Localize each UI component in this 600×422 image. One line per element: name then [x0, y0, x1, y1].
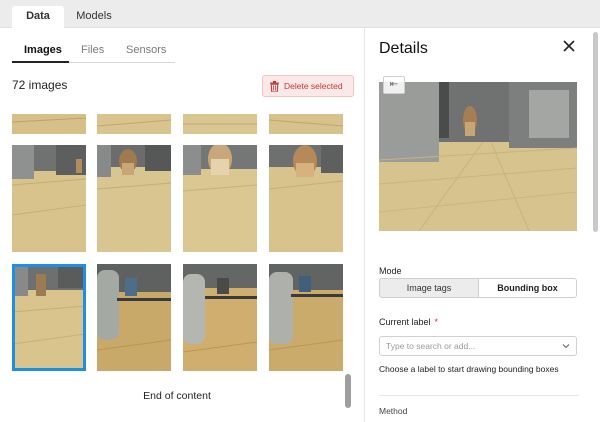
- details-title: Details: [379, 40, 428, 57]
- image-thumbnail[interactable]: [183, 145, 257, 252]
- image-preview[interactable]: [379, 82, 577, 231]
- label-search-input[interactable]: Type to search or add...: [379, 336, 577, 356]
- subtab-images[interactable]: Images: [24, 44, 62, 56]
- image-thumbnail[interactable]: [183, 114, 257, 134]
- grid-scrollbar[interactable]: [345, 374, 351, 408]
- tab-models[interactable]: Models: [64, 6, 124, 28]
- chevron-down-icon[interactable]: [562, 342, 570, 350]
- image-thumbnail[interactable]: [269, 114, 343, 134]
- method-label: Method: [379, 406, 408, 416]
- label-hint: Choose a label to start drawing bounding…: [379, 364, 559, 374]
- image-thumbnail[interactable]: [97, 145, 171, 252]
- image-thumbnail[interactable]: [12, 114, 86, 134]
- image-thumbnail[interactable]: [97, 264, 171, 371]
- images-panel: Images Files Sensors 72 images Delete se…: [0, 28, 364, 422]
- top-tab-bar: Data Models: [0, 0, 600, 28]
- current-label-text: Current label: [379, 317, 431, 327]
- details-panel: Details ⇤ Mode Image tags Bounding box C…: [364, 28, 600, 422]
- section-divider: [379, 395, 579, 396]
- image-thumbnail-selected[interactable]: [12, 264, 86, 371]
- current-label-heading: Current label *: [379, 317, 438, 327]
- image-grid: [12, 114, 344, 376]
- trash-icon: [270, 81, 279, 92]
- label-search-placeholder: Type to search or add...: [386, 341, 476, 351]
- mode-bounding-box-button[interactable]: Bounding box: [478, 279, 576, 297]
- details-scrollbar[interactable]: [593, 32, 598, 232]
- close-icon[interactable]: [561, 38, 577, 54]
- mode-toggle: Image tags Bounding box: [379, 278, 577, 298]
- image-thumbnail[interactable]: [97, 114, 171, 134]
- end-of-content-text: End of content: [143, 390, 211, 402]
- image-thumbnail[interactable]: [269, 145, 343, 252]
- image-thumbnail[interactable]: [269, 264, 343, 371]
- required-marker: *: [434, 317, 439, 327]
- subtab-active-indicator: [12, 61, 69, 63]
- tab-data[interactable]: Data: [12, 6, 64, 28]
- delete-selected-button[interactable]: Delete selected: [262, 75, 354, 97]
- subtab-sensors[interactable]: Sensors: [126, 44, 166, 56]
- delete-selected-label: Delete selected: [284, 81, 343, 91]
- image-thumbnail[interactable]: [12, 145, 86, 252]
- mode-label: Mode: [379, 266, 402, 276]
- collapse-arrow-icon[interactable]: ⇤: [383, 76, 405, 94]
- subtab-files[interactable]: Files: [81, 44, 104, 56]
- image-count: 72 images: [12, 78, 68, 92]
- image-thumbnail[interactable]: [183, 264, 257, 371]
- mode-image-tags-button[interactable]: Image tags: [380, 279, 478, 297]
